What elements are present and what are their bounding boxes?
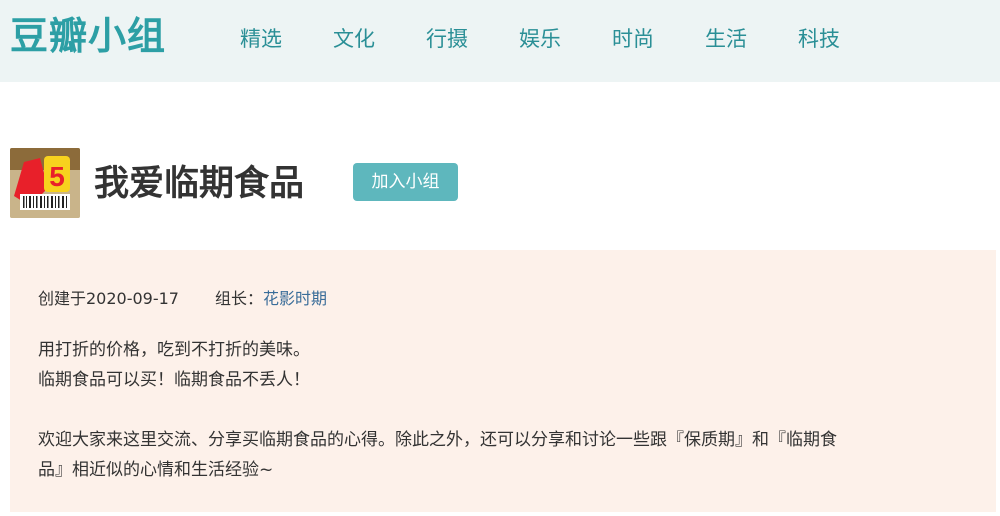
group-avatar: 5 [10, 148, 80, 218]
group-info-panel: 创建于2020-09-17 组长：花影时期 用打折的价格，吃到不打折的美味。 临期… [10, 250, 996, 512]
nav-item-featured[interactable]: 精选 [240, 22, 282, 56]
avatar-badge-number: 5 [49, 161, 65, 192]
nav-item-life[interactable]: 生活 [705, 22, 747, 56]
discount-label-icon: 5 [10, 148, 80, 218]
douban-group-logo[interactable]: 豆瓣小组 [10, 12, 166, 60]
description-line-2: 临期食品可以买！临期食品不丢人！ [38, 370, 310, 390]
description-line-4: 品』相近似的心情和生活经验~ [38, 460, 274, 480]
owner-label: 组长： [215, 289, 264, 308]
group-title: 我爱临期食品 [94, 164, 305, 204]
join-group-button[interactable]: 加入小组 [353, 163, 458, 201]
nav-item-fashion[interactable]: 时尚 [612, 22, 654, 56]
nav-item-travel[interactable]: 行摄 [426, 22, 468, 56]
created-date: 创建于2020-09-17 [38, 289, 179, 308]
group-header: 5 我爱临期食品 加入小组 [10, 148, 990, 220]
description-line-1: 用打折的价格，吃到不打折的美味。 [38, 340, 310, 360]
description-line-3: 欢迎大家来这里交流、分享买临期食品的心得。除此之外，还可以分享和讨论一些跟『保质… [38, 430, 837, 450]
nav-item-entertainment[interactable]: 娱乐 [519, 22, 561, 56]
nav-item-culture[interactable]: 文化 [333, 22, 375, 56]
group-meta: 创建于2020-09-17 组长：花影时期 [38, 286, 327, 312]
nav-item-tech[interactable]: 科技 [798, 22, 840, 56]
top-navigation-bar: 豆瓣小组 精选 文化 行摄 娱乐 时尚 生活 科技 [0, 0, 1000, 82]
owner-link[interactable]: 花影时期 [263, 289, 327, 308]
